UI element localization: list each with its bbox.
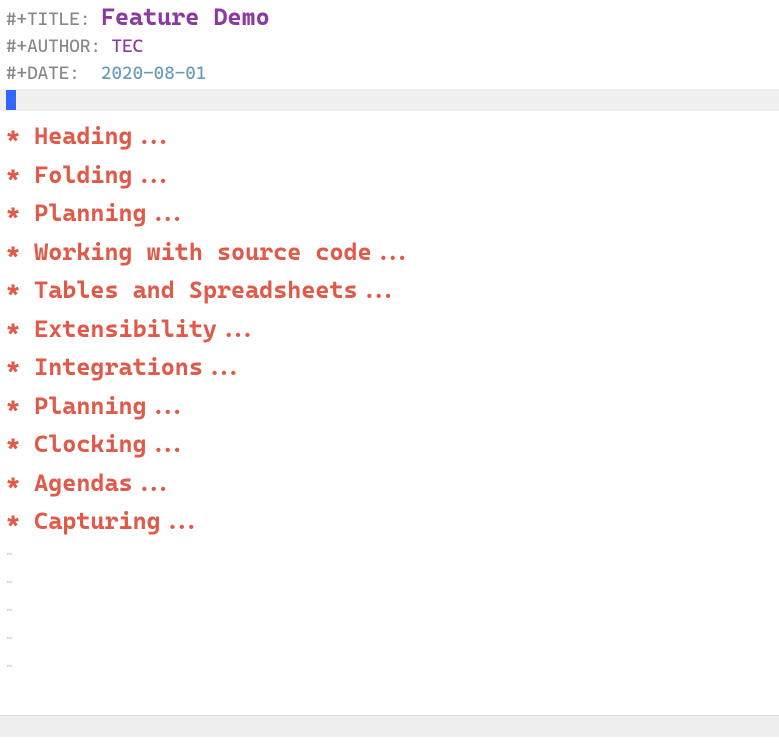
heading-folded[interactable]: * Integrations... xyxy=(6,348,779,387)
heading-star: * xyxy=(6,199,34,227)
heading-star: * xyxy=(6,238,34,266)
modeline[interactable] xyxy=(0,715,779,737)
heading-folded[interactable]: * Planning... xyxy=(6,194,779,233)
heading-text: Clocking... xyxy=(34,430,189,458)
heading-star: * xyxy=(6,430,34,458)
heading-folded[interactable]: * Planning... xyxy=(6,387,779,426)
empty-line-indicator: ~ xyxy=(6,541,779,569)
heading-star: * xyxy=(6,315,34,343)
heading-text: Tables and Spreadsheets... xyxy=(34,276,400,304)
heading-text: Working with source code... xyxy=(34,238,414,266)
cursor xyxy=(6,90,16,110)
heading-folded[interactable]: * Capturing... xyxy=(6,502,779,541)
empty-line-indicator: ~ xyxy=(6,569,779,597)
meta-date-value: 2020-08-01 xyxy=(101,63,206,84)
meta-author-value: TEC xyxy=(111,36,143,57)
empty-line-indicator: ~ xyxy=(6,597,779,625)
heading-text: Capturing... xyxy=(34,507,203,535)
heading-star: * xyxy=(6,507,34,535)
heading-folded[interactable]: * Extensibility... xyxy=(6,310,779,349)
meta-date-line[interactable]: #+DATE: 2020-08-01 xyxy=(6,60,779,87)
meta-title-value: Feature Demo xyxy=(101,3,270,31)
heading-folded[interactable]: * Tables and Spreadsheets... xyxy=(6,271,779,310)
heading-folded[interactable]: * Agendas... xyxy=(6,464,779,503)
heading-text: Heading... xyxy=(34,122,175,150)
heading-text: Integrations... xyxy=(34,353,245,381)
heading-text: Planning... xyxy=(34,199,189,227)
heading-folded[interactable]: * Heading... xyxy=(6,117,779,156)
meta-author-keyword: #+AUTHOR: xyxy=(6,36,101,57)
empty-line-indicator: ~ xyxy=(6,625,779,653)
heading-star: * xyxy=(6,469,34,497)
heading-star: * xyxy=(6,392,34,420)
meta-title-line[interactable]: #+TITLE: Feature Demo xyxy=(6,4,779,33)
empty-line-indicator: ~ xyxy=(6,653,779,681)
heading-folded[interactable]: * Working with source code... xyxy=(6,233,779,272)
current-line[interactable] xyxy=(0,89,779,111)
heading-folded[interactable]: * Folding... xyxy=(6,156,779,195)
heading-text: Planning... xyxy=(34,392,189,420)
heading-text: Agendas... xyxy=(34,469,175,497)
heading-star: * xyxy=(6,353,34,381)
heading-star: * xyxy=(6,161,34,189)
editor-buffer[interactable]: #+TITLE: Feature Demo #+AUTHOR: TEC #+DA… xyxy=(0,0,779,681)
meta-date-keyword: #+DATE: xyxy=(6,63,80,84)
heading-star: * xyxy=(6,276,34,304)
heading-star: * xyxy=(6,122,34,150)
meta-author-line[interactable]: #+AUTHOR: TEC xyxy=(6,33,779,60)
heading-text: Folding... xyxy=(34,161,175,189)
heading-folded[interactable]: * Clocking... xyxy=(6,425,779,464)
meta-title-keyword: #+TITLE: xyxy=(6,9,90,30)
heading-text: Extensibility... xyxy=(34,315,259,343)
